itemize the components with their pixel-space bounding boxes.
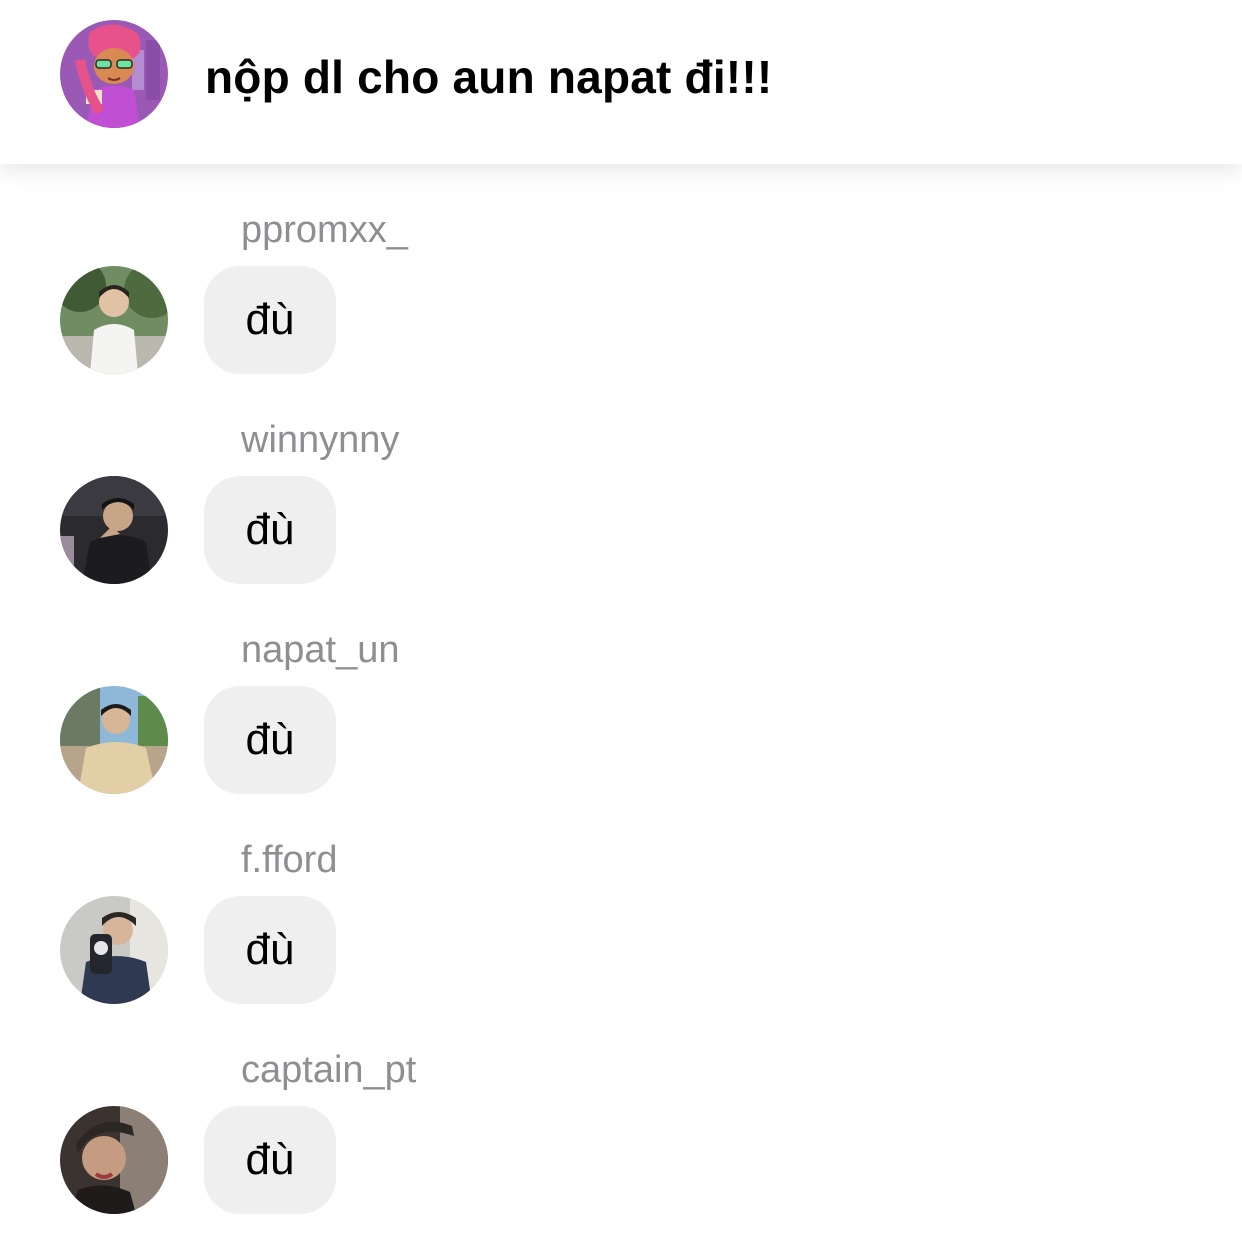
message-text: đù: [245, 295, 295, 344]
message-bubble[interactable]: đù: [204, 896, 336, 1004]
chat-screen: ppromxx_ đù winnynny đù napat_un đù f.ff…: [0, 0, 1242, 1255]
message-row: winnynny đù: [0, 418, 1242, 628]
message-row: ppromxx_ đù: [0, 208, 1242, 418]
sender-avatar[interactable]: [60, 686, 168, 794]
message-bubble[interactable]: đù: [204, 1106, 336, 1214]
chat-title[interactable]: nộp dl cho aun napat đi!!!: [205, 50, 772, 104]
message-bubble[interactable]: đù: [204, 266, 336, 374]
message-text: đù: [245, 925, 295, 974]
sender-avatar[interactable]: [60, 266, 168, 374]
sender-name[interactable]: ppromxx_: [241, 208, 408, 252]
message-text: đù: [245, 505, 295, 554]
message-bubble[interactable]: đù: [204, 686, 336, 794]
message-list[interactable]: ppromxx_ đù winnynny đù napat_un đù f.ff…: [0, 0, 1242, 1255]
sender-name[interactable]: captain_pt: [241, 1048, 416, 1092]
sender-name[interactable]: winnynny: [241, 418, 399, 462]
message-text: đù: [245, 715, 295, 764]
chat-header: nộp dl cho aun napat đi!!!: [0, 0, 1242, 164]
sender-avatar[interactable]: [60, 476, 168, 584]
sender-avatar[interactable]: [60, 896, 168, 1004]
message-bubble[interactable]: đù: [204, 476, 336, 584]
sender-name[interactable]: f.fford: [241, 838, 337, 882]
message-row: captain_pt đù: [0, 1048, 1242, 1255]
message-row: f.fford đù: [0, 838, 1242, 1048]
message-text: đù: [245, 1135, 295, 1184]
sender-avatar[interactable]: [60, 1106, 168, 1214]
group-avatar[interactable]: [60, 20, 168, 128]
message-row: napat_un đù: [0, 628, 1242, 838]
sender-name[interactable]: napat_un: [241, 628, 400, 672]
